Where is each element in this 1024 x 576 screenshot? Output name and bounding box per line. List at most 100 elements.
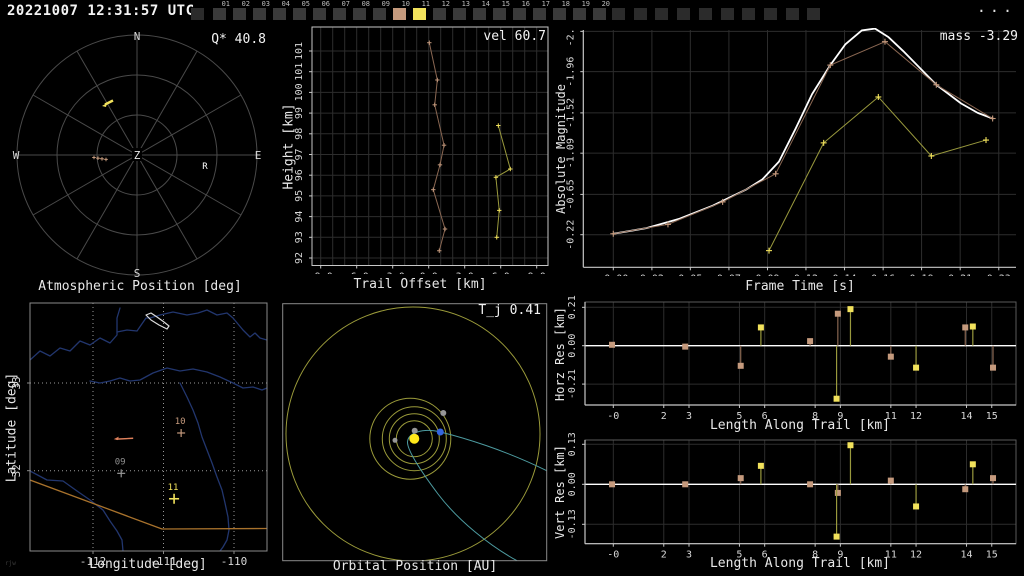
tick-label: 0.21	[948, 273, 972, 276]
border-line	[30, 479, 267, 530]
frame-cell-06[interactable]: 06	[313, 0, 330, 22]
frame-number: 18	[561, 0, 570, 8]
frame-cell[interactable]	[698, 0, 714, 22]
frame-cell-19[interactable]: 19	[573, 0, 590, 22]
frame-cell-20[interactable]: 20	[593, 0, 610, 22]
meteor-analysis-app: 20221007 12:31:57 UTC 01 02 03 04 05 06 07 08 09…	[0, 0, 1024, 576]
frame-cell[interactable]	[807, 0, 822, 22]
stem-marker	[807, 481, 814, 488]
frame-box	[612, 8, 625, 20]
series-station-11	[495, 125, 511, 238]
frame-cell-03[interactable]: 03	[253, 0, 270, 22]
mag-annotation: mass -3.29	[939, 29, 1018, 44]
height-annotation: vel 60.7	[483, 29, 546, 44]
frame-cell[interactable]	[677, 0, 692, 22]
frame-cell-14[interactable]: 14	[473, 0, 490, 22]
river-line	[30, 470, 124, 551]
frame-cell-04[interactable]: 04	[273, 0, 290, 22]
frame-cell-16[interactable]: 16	[513, 0, 530, 22]
stem-marker	[737, 362, 744, 369]
compass-west: W	[13, 149, 20, 162]
frame-cell[interactable]	[763, 0, 779, 22]
frame-cell-01[interactable]: 01	[213, 0, 230, 22]
frame-cell-13[interactable]: 13	[453, 0, 470, 22]
tick-label: -3.0	[381, 272, 405, 275]
horz-ylabel: Horz Res [km]	[553, 307, 567, 401]
frame-number: 19	[581, 0, 590, 8]
stem-marker	[990, 364, 997, 371]
frame-number: 04	[281, 0, 290, 8]
frame-number: 01	[221, 0, 230, 8]
frame-box	[698, 8, 712, 20]
frame-number: 13	[461, 0, 470, 8]
sun-dot	[409, 433, 420, 444]
tick-label: 0.07	[717, 273, 741, 276]
frame-number: 15	[501, 0, 510, 8]
stem-marker	[737, 475, 744, 482]
stem-marker	[682, 343, 689, 350]
stem-marker	[887, 353, 894, 360]
frame-cell[interactable]	[633, 0, 649, 22]
frame-number: 08	[361, 0, 370, 8]
tick-label: 15	[986, 550, 998, 560]
frame-cell-09[interactable]: 09	[373, 0, 390, 22]
mercury-dot	[392, 437, 398, 443]
stem-marker	[833, 395, 840, 402]
tick-label: -0	[607, 411, 619, 422]
tick-label: 101	[294, 42, 305, 60]
river-line	[116, 309, 267, 341]
stem-marker	[913, 364, 920, 371]
frame-cell[interactable]	[612, 0, 627, 22]
frame-cell-02[interactable]: 02	[233, 0, 250, 22]
frame-cell-11[interactable]: 11	[413, 0, 430, 22]
stem-marker	[682, 481, 689, 488]
panel-atmospheric-position: NSEW ZR	[13, 30, 262, 278]
meteor-streak-arrowhead	[102, 103, 107, 107]
frame-cell[interactable]	[191, 0, 206, 22]
river-line	[89, 367, 267, 391]
frame-number: 10	[401, 0, 410, 8]
frame-cell-05[interactable]: 05	[293, 0, 310, 22]
frame-number: 07	[341, 0, 350, 8]
tick-label: 0.21	[567, 295, 578, 319]
frame-cell-08[interactable]: 08	[353, 0, 370, 22]
stem-marker	[847, 306, 854, 313]
frame-cell-12[interactable]: 12	[433, 0, 450, 22]
river-line	[179, 382, 230, 551]
frame-number: 05	[301, 0, 310, 8]
tick-label: 0.09	[755, 273, 779, 276]
map-ylabel: Latitude [deg]	[4, 372, 20, 483]
earth-dot	[436, 428, 444, 436]
tick-label: 14	[960, 411, 972, 422]
frame-box	[593, 8, 606, 20]
frame-number: 06	[321, 0, 330, 8]
stem-marker	[834, 310, 841, 317]
orbit-title: Orbital Position [AU]	[332, 559, 498, 574]
frame-box	[573, 8, 586, 20]
tick-label: 93	[294, 231, 305, 243]
frame-cell[interactable]	[785, 0, 801, 22]
frame-box	[273, 8, 286, 20]
frame-cell-07[interactable]: 07	[333, 0, 350, 22]
stem-marker	[807, 338, 814, 345]
frame-cell[interactable]	[720, 0, 736, 22]
menu-ellipsis[interactable]: ...	[977, 0, 1016, 16]
frame-box	[742, 8, 756, 20]
frame-box	[493, 8, 506, 20]
tick-label: 0.05	[678, 273, 702, 276]
frame-number: 09	[381, 0, 390, 8]
frame-cell[interactable]	[742, 0, 757, 22]
frame-cell[interactable]	[655, 0, 670, 22]
frame-cell-17[interactable]: 17	[533, 0, 550, 22]
tick-label: -0.13	[567, 509, 578, 539]
panel-vert-residuals: -0 2 3 5 6 8 9 11 12 14 150.130.00-0.13	[567, 432, 1017, 560]
tick-label: 0.02	[640, 273, 664, 276]
frame-cell-18[interactable]: 18	[553, 0, 570, 22]
river-line	[30, 307, 121, 361]
frame-cell-10[interactable]: 10	[393, 0, 410, 22]
plot-line	[116, 437, 134, 440]
series-station-10	[428, 42, 446, 252]
stem-marker	[609, 341, 616, 348]
stem-marker	[990, 475, 997, 482]
frame-cell-15[interactable]: 15	[493, 0, 510, 22]
